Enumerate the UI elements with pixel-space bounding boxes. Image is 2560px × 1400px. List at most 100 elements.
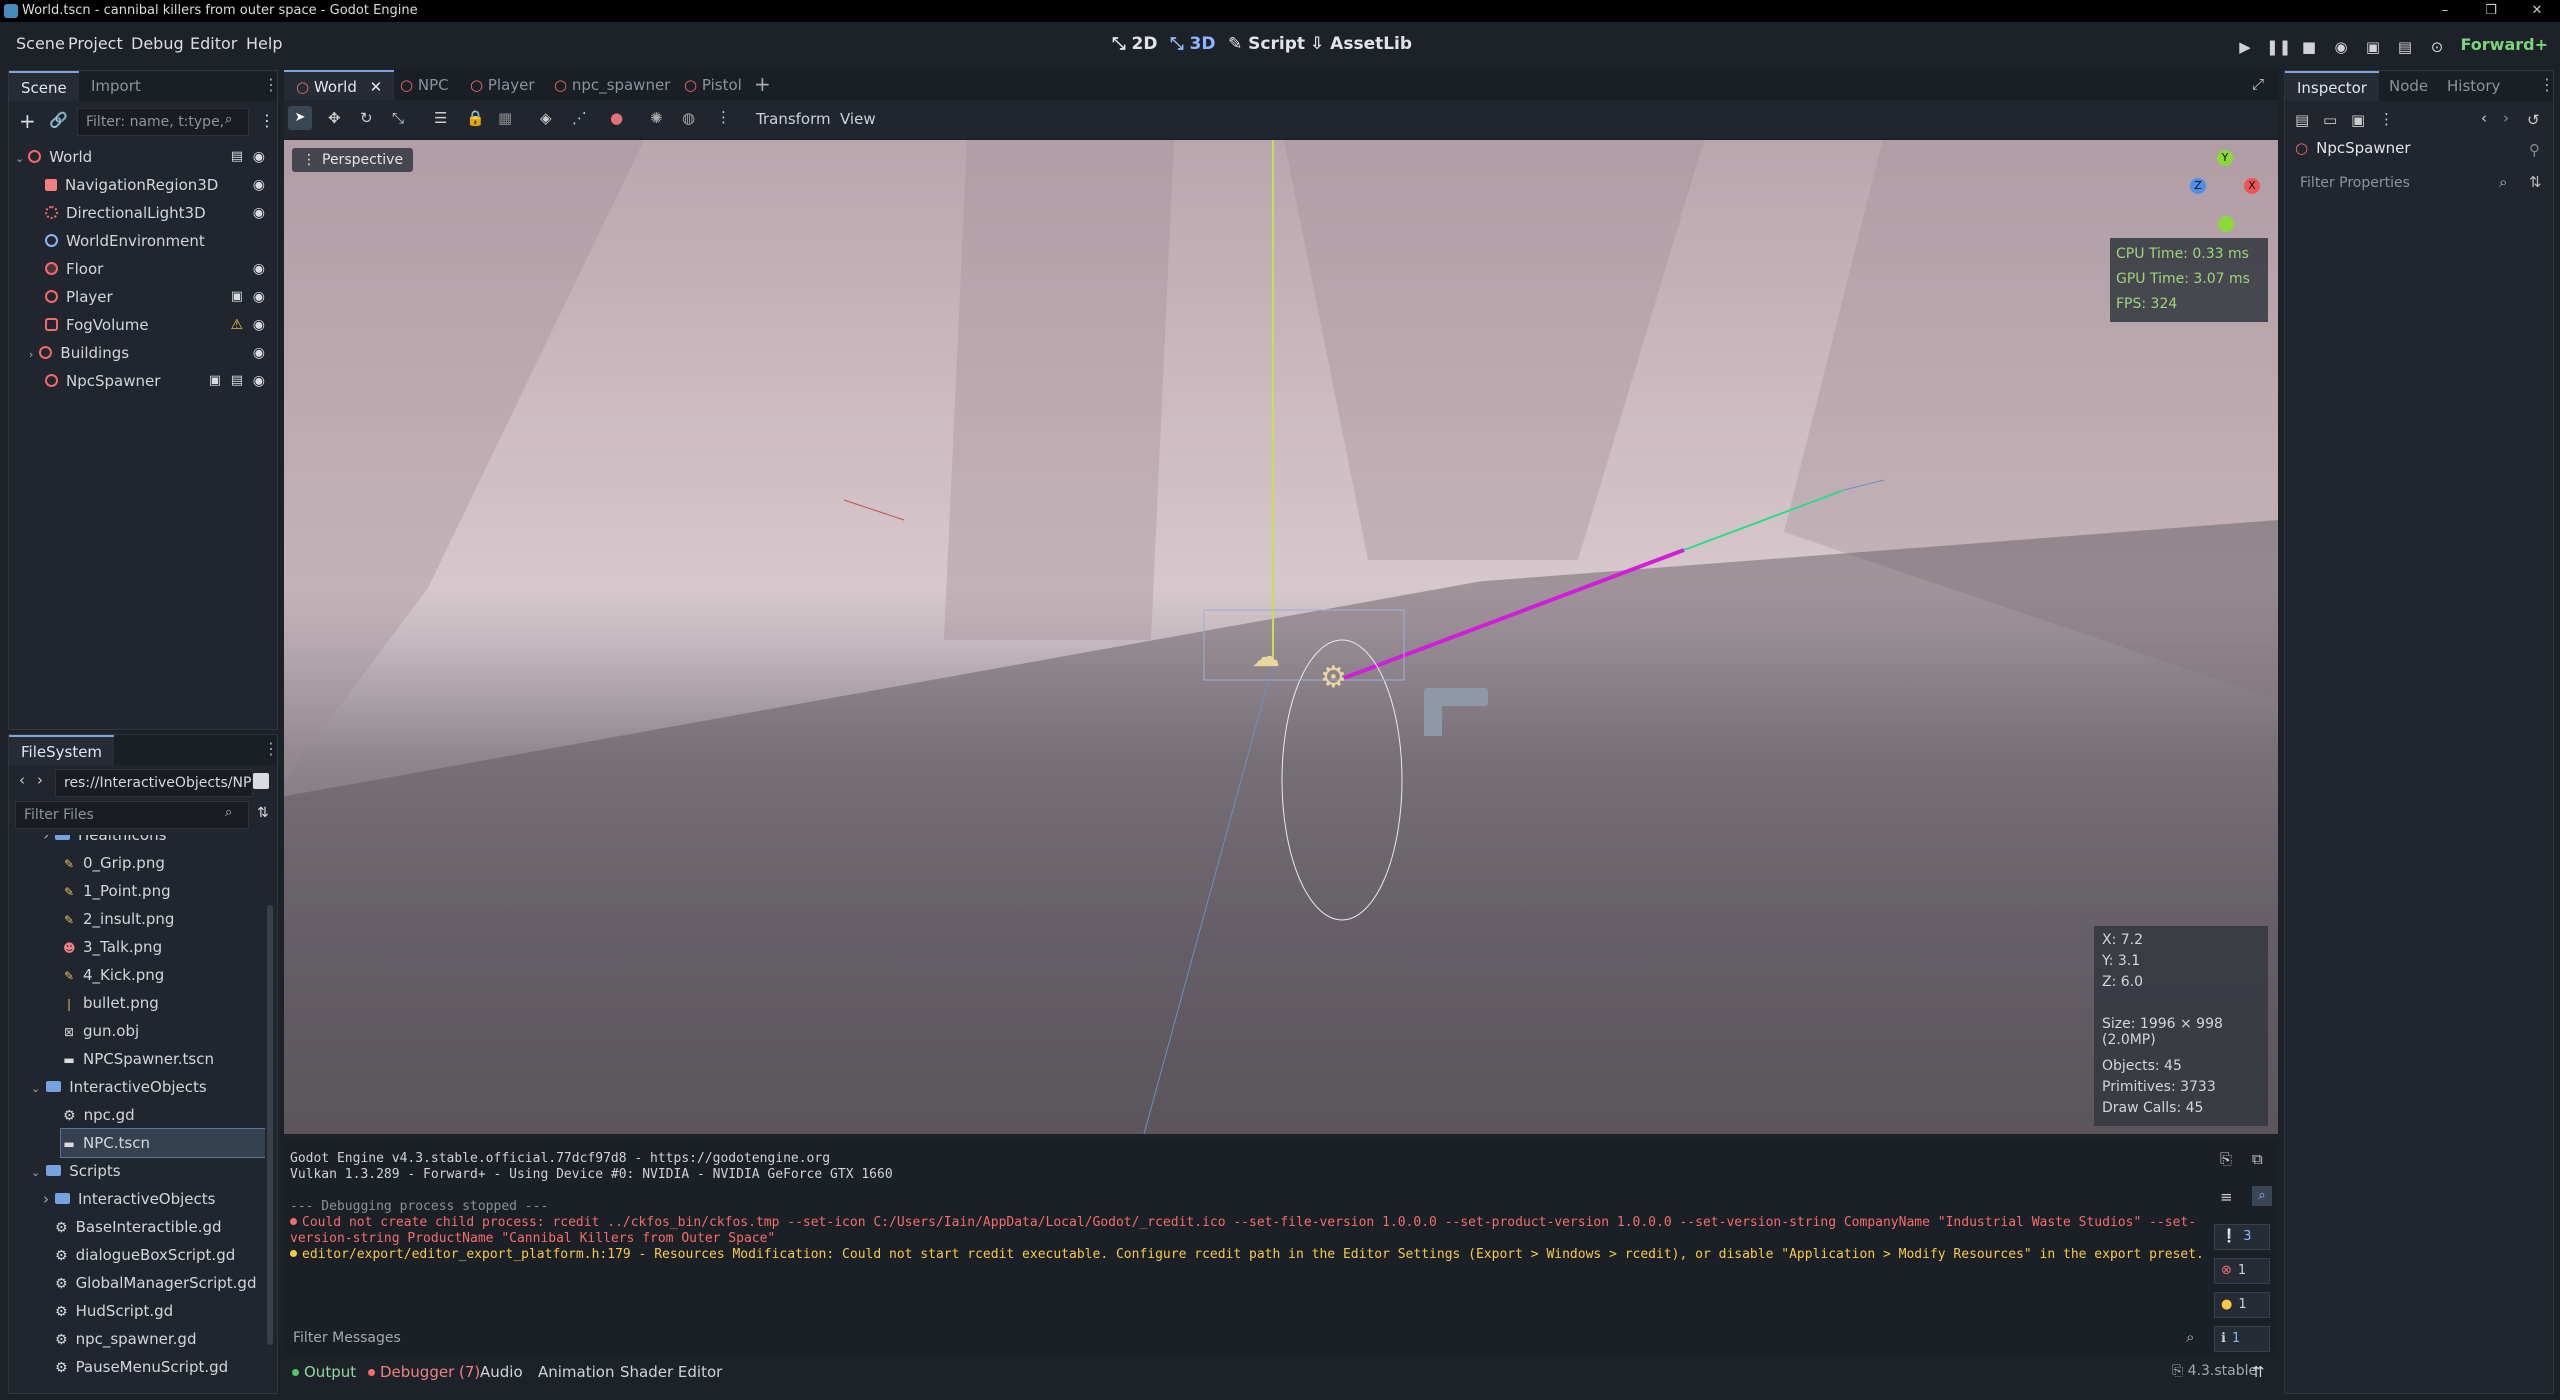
scene-tab-pistol[interactable]: ○ Pistol xyxy=(672,70,754,100)
filesystem-scrollbar[interactable] xyxy=(267,905,273,1345)
scene-dock-menu-icon[interactable]: ⋮ xyxy=(263,75,279,94)
tab-scene[interactable]: Scene xyxy=(9,71,79,101)
menu-scene[interactable]: Scene xyxy=(16,34,65,53)
inspected-object[interactable]: ○ NpcSpawner xyxy=(2295,139,2411,157)
warning-count-filter[interactable]: ● 1 xyxy=(2214,1292,2270,1318)
filesystem-menu-icon[interactable]: ⋮ xyxy=(263,739,279,758)
renderer-selector[interactable]: Forward+ xyxy=(2461,35,2549,54)
visibility-icon[interactable]: ◉ xyxy=(253,283,265,311)
error-count-filter[interactable]: ⊗ 1 xyxy=(2214,1258,2270,1284)
chevron-right-icon[interactable]: › xyxy=(29,348,33,361)
filter-messages-input[interactable]: Filter Messages xyxy=(284,1324,2204,1352)
filter-properties-input[interactable]: Filter Properties xyxy=(2291,169,2519,197)
visibility-icon[interactable]: ◉ xyxy=(253,367,265,395)
clear-log-icon[interactable]: ⧉ xyxy=(2252,1150,2263,1168)
nav-back-icon[interactable]: ‹ xyxy=(19,771,25,789)
visibility-icon[interactable]: ◉ xyxy=(253,199,265,227)
scene-filter-options-icon[interactable]: ⋮ xyxy=(259,111,275,130)
play-custom-scene-icon[interactable]: ▤ xyxy=(2394,36,2416,58)
bottom-tab-audio[interactable]: Audio xyxy=(480,1363,523,1381)
visibility-icon[interactable]: ◉ xyxy=(253,143,265,171)
nav-forward-icon[interactable]: › xyxy=(37,771,43,789)
file-row[interactable]: ☻ 3_Talk.png xyxy=(63,933,162,961)
light-gizmo-icon[interactable]: ☁ xyxy=(1252,640,1280,673)
close-tab-icon[interactable]: ✕ xyxy=(370,78,383,96)
message-count-filter[interactable]: ❕ 3 xyxy=(2214,1224,2270,1250)
expand-bottom-panel-icon[interactable]: ⇈ xyxy=(2252,1363,2265,1381)
chevron-down-icon[interactable]: ⌄ xyxy=(31,1166,40,1179)
file-row[interactable]: ⚙ npc_spawner.gd xyxy=(55,1325,196,1353)
rotate-tool-icon[interactable]: ↻ xyxy=(360,109,373,127)
menu-editor[interactable]: Editor xyxy=(190,34,237,53)
file-row[interactable]: ✎ 0_Grip.png xyxy=(63,849,165,877)
resource-menu-icon[interactable]: ⋮ xyxy=(2379,110,2394,128)
tree-node-directionallight3d[interactable]: DirectionalLight3D ◉ xyxy=(9,199,277,227)
new-resource-icon[interactable]: ▤ xyxy=(2295,111,2309,129)
file-row[interactable]: ⚙ GlobalManagerScript.gd xyxy=(55,1269,256,1297)
scene-tab-player[interactable]: ○ Player xyxy=(458,70,547,100)
camera-icon[interactable]: ● xyxy=(610,109,623,127)
tree-node-buildings[interactable]: › Buildings ◉ xyxy=(9,339,277,367)
script-icon[interactable]: ▤ xyxy=(231,143,243,171)
maximize-button[interactable]: ❐ xyxy=(2468,0,2514,22)
remote-debug-icon[interactable]: ◉ xyxy=(2330,36,2352,58)
folder-row[interactable]: ⌄ Scripts xyxy=(31,1157,121,1185)
tab-inspector[interactable]: Inspector xyxy=(2285,71,2379,101)
scene-filter-input[interactable]: Filter: name, t:type, xyxy=(77,108,249,136)
tab-history[interactable]: History xyxy=(2435,71,2512,101)
tab-node[interactable]: Node xyxy=(2377,71,2440,101)
orientation-gizmo[interactable]: Y X Z xyxy=(2178,148,2270,240)
view-menu[interactable]: View xyxy=(840,110,876,128)
filesystem-path-input[interactable]: res://InteractiveObjects/NP xyxy=(55,769,253,797)
scene-tab-npc[interactable]: ○ NPC xyxy=(388,70,461,100)
warning-icon[interactable]: ⚠ xyxy=(230,311,243,339)
play-icon[interactable]: ▶ xyxy=(2234,36,2256,58)
history-back-icon[interactable]: ‹ xyxy=(2481,109,2487,127)
menu-help[interactable]: Help xyxy=(246,34,282,53)
sort-icon[interactable]: ⇅ xyxy=(257,805,269,821)
chevron-down-icon[interactable]: ⌄ xyxy=(15,152,24,165)
tab-filesystem[interactable]: FileSystem xyxy=(9,735,115,765)
list-select-icon[interactable]: ☰ xyxy=(434,109,447,127)
tab-import[interactable]: Import xyxy=(79,71,153,101)
tree-node-worldenvironment[interactable]: WorldEnvironment xyxy=(9,227,277,255)
gizmo-x-axis[interactable]: X xyxy=(2244,178,2260,194)
chevron-right-icon[interactable]: › xyxy=(43,1190,49,1208)
gizmo-y-axis[interactable]: Y xyxy=(2217,150,2233,166)
tree-node-fogvolume[interactable]: FogVolume ⚠ ◉ xyxy=(9,311,277,339)
file-row[interactable]: ✎ 1_Point.png xyxy=(63,877,171,905)
scene-tab-npc-spawner[interactable]: ○ npc_spawner xyxy=(542,70,682,100)
editor-message-count-filter[interactable]: ℹ1 xyxy=(2214,1326,2270,1352)
workspace-assetlib-button[interactable]: ⇩ AssetLib xyxy=(1310,34,1412,54)
toggle-split-icon[interactable] xyxy=(253,773,269,789)
toggle-scroll-icon[interactable]: ≡ xyxy=(2220,1188,2233,1206)
3d-viewport[interactable]: ☁ ⚙ ⋮ Perspective Y X Z CPU Time: 0.33 ms… xyxy=(284,140,2278,1134)
menu-project[interactable]: Project xyxy=(68,34,123,53)
tree-node-npcspawner[interactable]: NpcSpawner ▣ ▤ ◉ xyxy=(9,367,277,395)
link-icon[interactable]: 🔗 xyxy=(49,111,68,129)
filter-files-input[interactable]: Filter Files xyxy=(15,801,249,829)
tree-node-navigationregion3d[interactable]: NavigationRegion3D ◉ xyxy=(9,171,277,199)
file-row[interactable]: ⚙ dialogueBoxScript.gd xyxy=(55,1241,235,1269)
bottom-tab-output[interactable]: Output xyxy=(292,1363,356,1381)
lock-icon[interactable]: 🔒 xyxy=(466,109,485,127)
tree-node-floor[interactable]: Floor ◉ xyxy=(9,255,277,283)
bottom-tab-shader-editor[interactable]: Shader Editor xyxy=(620,1363,722,1381)
folder-row[interactable]: ⌄ InteractiveObjects xyxy=(31,1073,207,1101)
bottom-tab-debugger[interactable]: Debugger (7) xyxy=(368,1363,480,1381)
object-history-icon[interactable]: ↺ xyxy=(2527,111,2540,129)
property-options-icon[interactable]: ⇅ xyxy=(2529,173,2542,191)
menu-debug[interactable]: Debug xyxy=(131,34,184,53)
file-row[interactable]: ⚙ HudScript.gd xyxy=(55,1297,173,1325)
chevron-down-icon[interactable]: ⌄ xyxy=(31,1082,40,1095)
file-row[interactable]: ✎ 2_insult.png xyxy=(63,905,174,933)
add-node-icon[interactable]: + xyxy=(19,109,36,133)
gizmo-z-axis[interactable]: Z xyxy=(2190,178,2206,194)
sun-preview-icon[interactable]: ✺ xyxy=(650,109,663,127)
tree-node-player[interactable]: Player ▣ ◉ xyxy=(9,283,277,311)
script-icon[interactable]: ▤ xyxy=(231,367,243,395)
visibility-icon[interactable]: ◉ xyxy=(253,339,265,367)
file-row[interactable]: ❘ bullet.png xyxy=(63,989,159,1017)
object-properties-icon[interactable]: ⚲ xyxy=(2529,141,2540,159)
file-row-selected[interactable]: ▬ NPC.tscn xyxy=(60,1128,265,1158)
